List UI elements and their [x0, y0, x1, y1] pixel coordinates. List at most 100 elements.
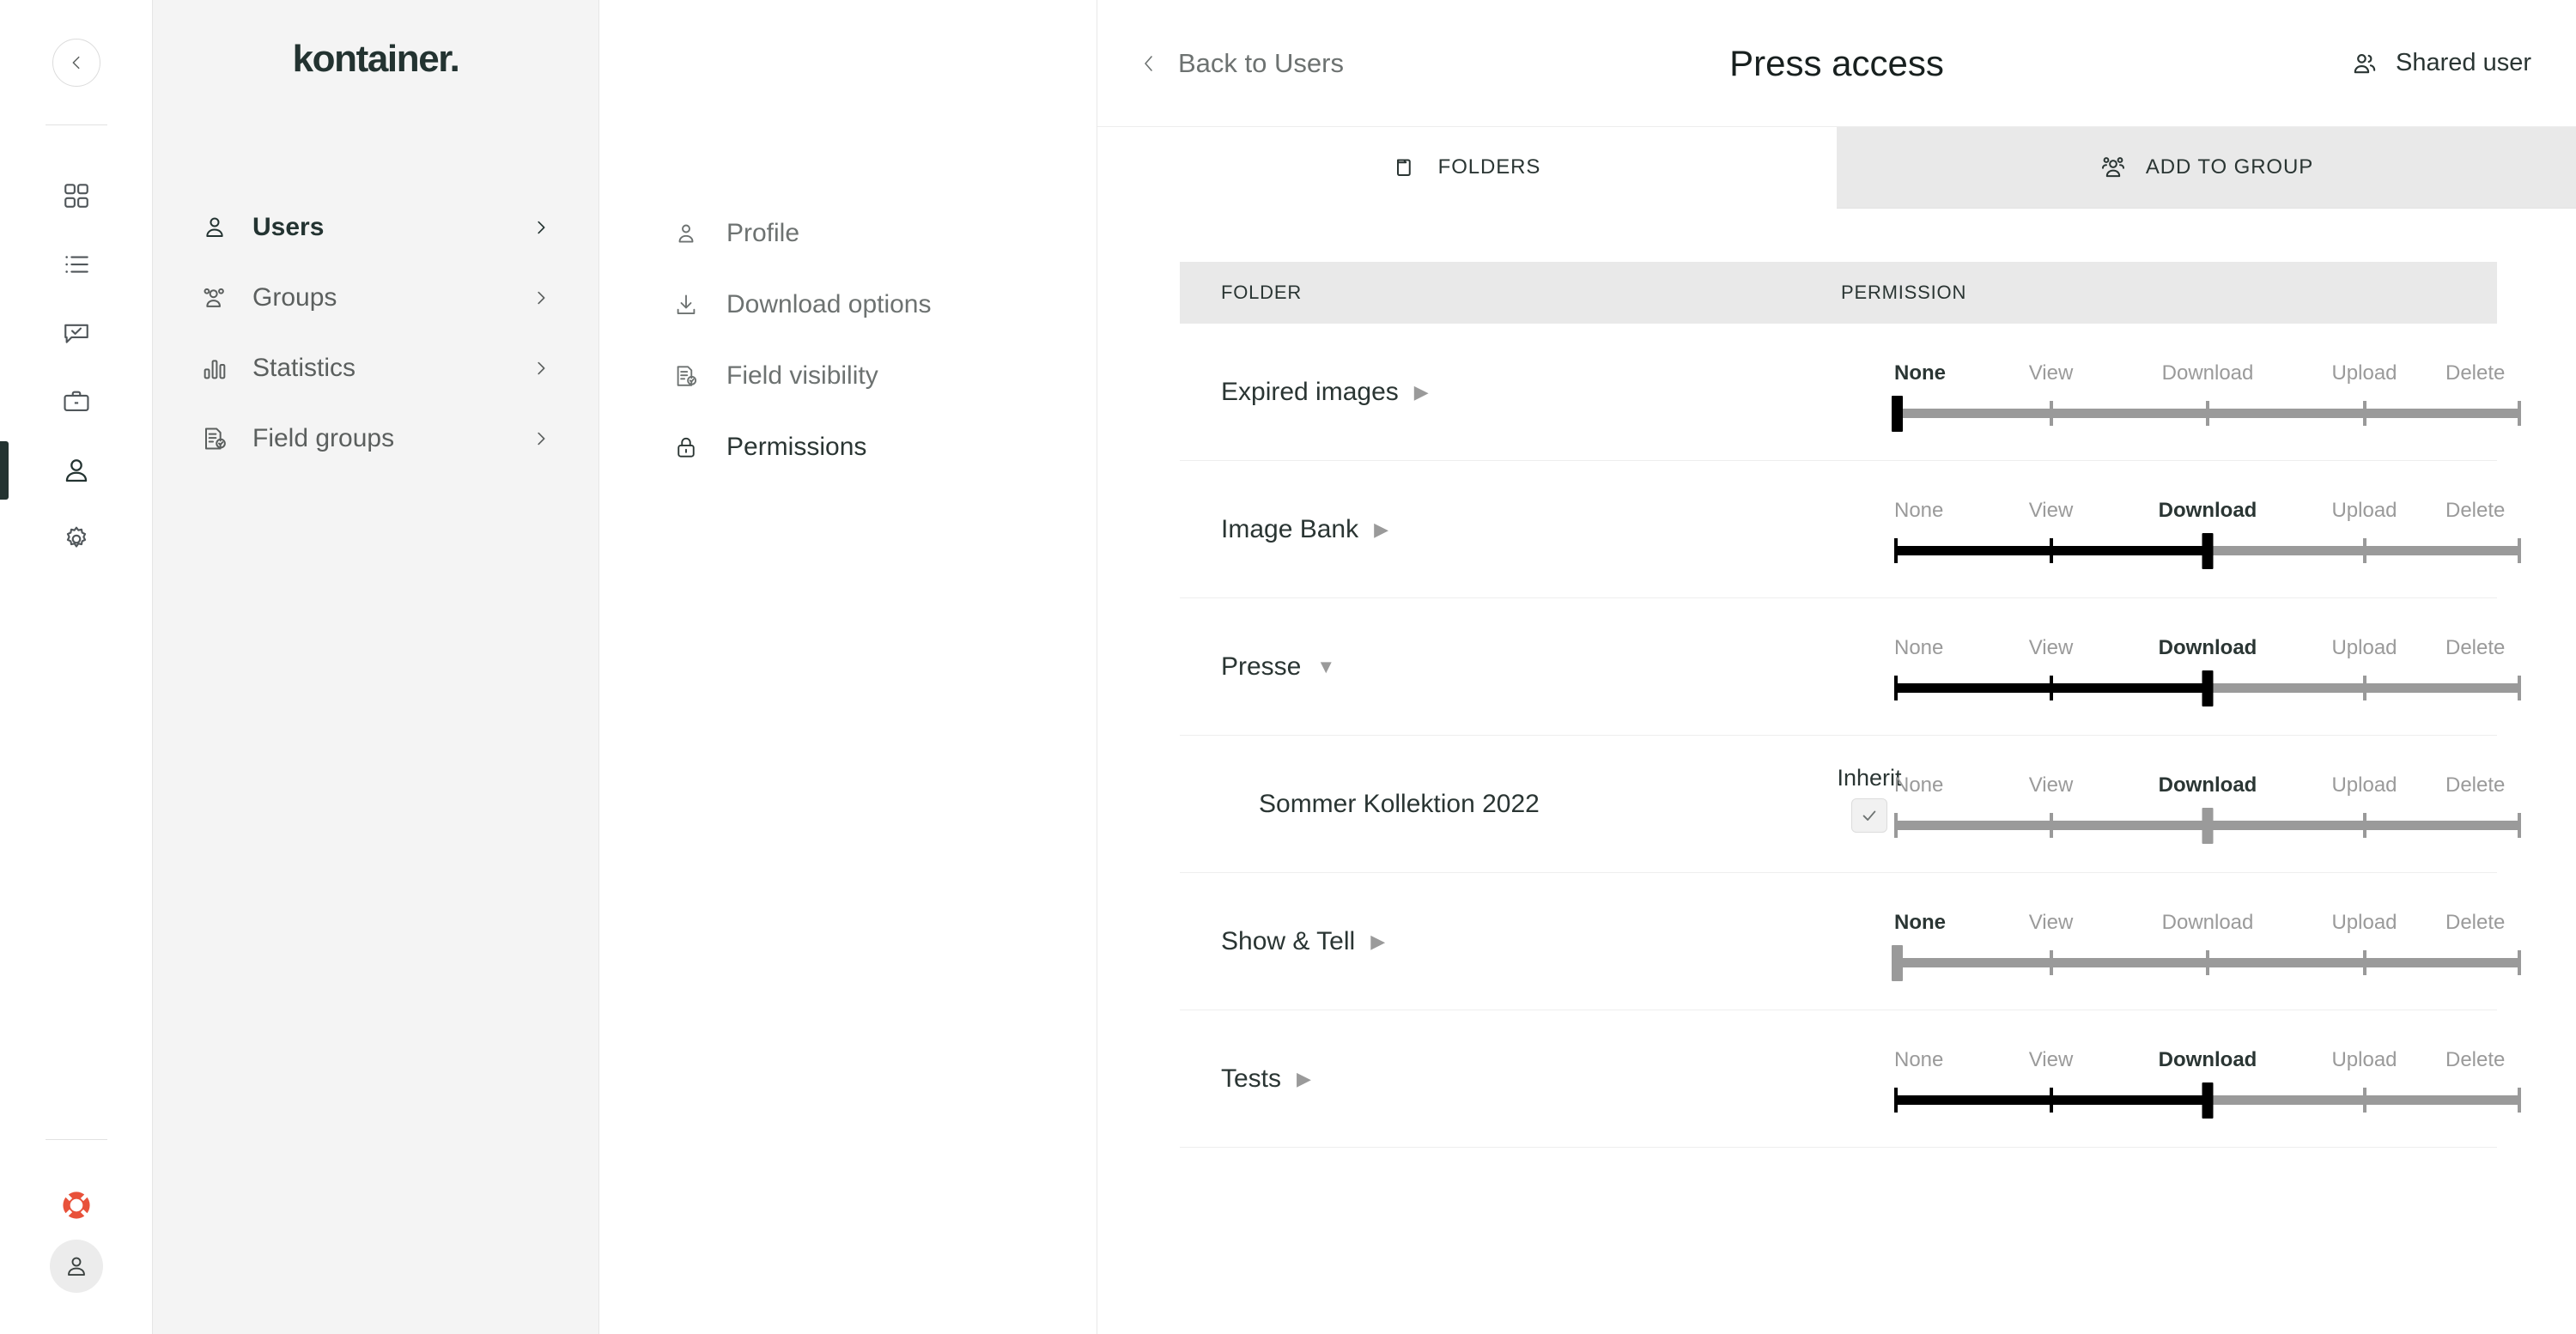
permission-level-label[interactable]: View: [2029, 636, 2074, 660]
folder-name-cell: Sommer Kollektion 2022: [1180, 790, 1841, 819]
rail-item-dashboard[interactable]: [0, 161, 153, 230]
slider-thumb[interactable]: [2202, 1082, 2214, 1119]
rail-item-help[interactable]: [0, 1171, 153, 1240]
slider-track-area[interactable]: [1894, 1082, 2521, 1119]
permission-level-label[interactable]: Upload: [2331, 499, 2397, 523]
permission-level-label[interactable]: None: [1894, 636, 1943, 660]
slider-thumb[interactable]: [1892, 396, 1903, 432]
inherit-checkbox[interactable]: [1851, 798, 1887, 833]
permission-level-label[interactable]: Upload: [2331, 911, 2397, 935]
permission-level-label[interactable]: Upload: [2331, 1048, 2397, 1072]
column-header-permission: PERMISSION: [1841, 282, 1966, 304]
user-icon: [64, 1253, 89, 1279]
tab-add-to-group[interactable]: ADD TO GROUP: [1837, 127, 2576, 209]
back-to-users-link[interactable]: Back to Users: [1139, 48, 1344, 79]
shared-user-badge[interactable]: Shared user: [2349, 49, 2531, 78]
permission-level-label[interactable]: None: [1894, 361, 1946, 385]
permission-level-label[interactable]: Delete: [2445, 361, 2505, 385]
permission-level-label[interactable]: Delete: [2445, 636, 2505, 660]
triangle-right-icon[interactable]: ▶: [1374, 520, 1388, 539]
slider-track-area[interactable]: [1894, 945, 2521, 981]
table-row: Tests▶NoneViewDownloadUploadDelete: [1180, 1010, 2497, 1148]
account-avatar-button[interactable]: [50, 1240, 103, 1293]
permission-level-label[interactable]: Upload: [2331, 773, 2397, 797]
rail-icon-list: [0, 161, 153, 573]
permission-level-label[interactable]: View: [2029, 773, 2074, 797]
slider-track-area[interactable]: [1894, 396, 2521, 432]
permission-level-label[interactable]: Delete: [2445, 1048, 2505, 1072]
user-icon: [668, 221, 704, 246]
folder-name-cell: Expired images▶: [1180, 378, 1841, 407]
icon-rail: [0, 0, 153, 1334]
chevron-right-icon: [532, 429, 550, 448]
permission-level-label[interactable]: Download: [2159, 499, 2257, 523]
triangle-right-icon[interactable]: ▶: [1370, 932, 1385, 951]
sidebar-item-field-groups[interactable]: Field groups: [201, 403, 550, 474]
slider-track-area[interactable]: [1894, 808, 2521, 844]
rail-item-approvals[interactable]: [0, 299, 153, 367]
permission-level-label[interactable]: Download: [2162, 361, 2254, 385]
permission-level-label[interactable]: Upload: [2331, 361, 2397, 385]
permission-slider[interactable]: None View Download Upload Delete: [1894, 361, 2521, 432]
slider-tick: [1894, 813, 1898, 838]
permission-level-label[interactable]: Download: [2159, 636, 2257, 660]
slider-tick: [2363, 676, 2366, 700]
triangle-down-icon[interactable]: ▼: [1316, 658, 1335, 676]
slider-thumb[interactable]: [2202, 533, 2214, 569]
sidebar-item-label: Field groups: [252, 424, 532, 453]
slider-thumb[interactable]: [2202, 808, 2214, 844]
slider-thumb[interactable]: [2202, 670, 2214, 706]
permission-slider[interactable]: None View Download Upload Delete: [1894, 1048, 2521, 1119]
permission-slider[interactable]: None View Download Upload Delete: [1894, 773, 2521, 844]
permission-level-label[interactable]: View: [2029, 361, 2074, 385]
slider-tick: [2050, 676, 2053, 700]
submenu-item-label: Download options: [726, 290, 932, 319]
permission-level-label[interactable]: Delete: [2445, 773, 2505, 797]
collapse-sidebar-button[interactable]: [52, 39, 100, 87]
sidebar-item-statistics[interactable]: Statistics: [201, 333, 550, 403]
slider-tick: [2050, 401, 2053, 426]
permission-level-label[interactable]: None: [1894, 911, 1946, 935]
permission-level-label[interactable]: View: [2029, 911, 2074, 935]
slider-tick: [1894, 538, 1898, 563]
download-icon: [668, 292, 704, 318]
sidebar-item-users[interactable]: Users: [201, 192, 550, 263]
slider-thumb[interactable]: [1892, 945, 1903, 981]
permission-level-label[interactable]: Download: [2159, 1048, 2257, 1072]
table-row: Presse▼NoneViewDownloadUploadDelete: [1180, 598, 2497, 736]
rail-item-lists[interactable]: [0, 230, 153, 299]
permission-cell: NoneViewDownloadUploadDelete: [1841, 598, 2497, 736]
permission-level-label[interactable]: Delete: [2445, 499, 2505, 523]
permission-level-label[interactable]: None: [1894, 1048, 1943, 1072]
lock-icon: [668, 434, 704, 460]
tab-folders[interactable]: FOLDERS: [1097, 127, 1837, 209]
slider-tick: [1894, 1088, 1898, 1113]
permission-level-label[interactable]: View: [2029, 499, 2074, 523]
submenu-item-profile[interactable]: Profile: [599, 197, 1097, 269]
submenu-item-permissions[interactable]: Permissions: [599, 411, 1097, 482]
permission-level-label[interactable]: View: [2029, 1048, 2074, 1072]
bar-chart-icon: [201, 355, 240, 382]
sidebar-item-label: Groups: [252, 283, 532, 312]
sidebar-item-groups[interactable]: Groups: [201, 263, 550, 333]
permission-level-label[interactable]: Download: [2162, 911, 2254, 935]
rail-item-settings[interactable]: [0, 505, 153, 573]
permission-level-label[interactable]: Upload: [2331, 636, 2397, 660]
permission-level-label[interactable]: None: [1894, 773, 1943, 797]
rail-item-users[interactable]: [0, 436, 153, 505]
triangle-right-icon[interactable]: ▶: [1414, 383, 1429, 402]
slider-track-area[interactable]: [1894, 533, 2521, 569]
permission-slider[interactable]: None View Download Upload Delete: [1894, 499, 2521, 569]
chat-check-icon: [62, 318, 91, 348]
submenu-item-field-visibility[interactable]: Field visibility: [599, 340, 1097, 411]
submenu-item-download-options[interactable]: Download options: [599, 269, 1097, 340]
rail-item-portfolio[interactable]: [0, 367, 153, 436]
permission-cell: NoneViewDownloadUploadDelete: [1841, 1010, 2497, 1148]
slider-track-area[interactable]: [1894, 670, 2521, 706]
triangle-right-icon[interactable]: ▶: [1297, 1070, 1311, 1088]
permission-level-label[interactable]: Delete: [2445, 911, 2505, 935]
permission-slider[interactable]: None View Download Upload Delete: [1894, 636, 2521, 706]
permission-level-label[interactable]: None: [1894, 499, 1943, 523]
permission-slider[interactable]: None View Download Upload Delete: [1894, 911, 2521, 981]
permission-level-label[interactable]: Download: [2159, 773, 2257, 797]
